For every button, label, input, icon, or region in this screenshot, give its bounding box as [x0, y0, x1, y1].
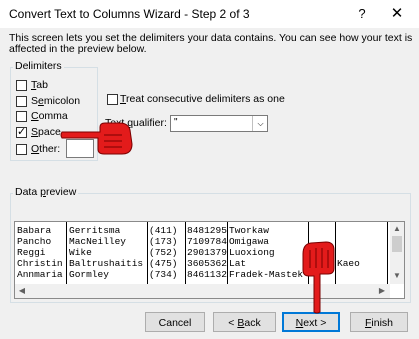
preview-cell: 2901379 — [187, 247, 227, 258]
consecutive-label[interactable]: Treat consecutive delimiters as one — [120, 93, 285, 105]
delimiters-legend: Delimiters — [13, 60, 64, 72]
preview-area[interactable]: Babara Gerritsma (411) 8481295 Tworkaw Pancho… — [14, 221, 405, 299]
preview-cell: Gerritsma — [69, 225, 121, 236]
preview-cell: Gormley — [69, 269, 109, 280]
back-button[interactable]: < Back — [213, 312, 276, 332]
preview-cell: Luoxiong — [229, 247, 275, 258]
comma-checkbox[interactable] — [16, 111, 27, 122]
preview-cell: Pancho — [17, 236, 52, 247]
preview-legend: Data preview — [13, 186, 79, 198]
preview-cell: 3605362 — [187, 258, 227, 269]
preview-cell: Annmaria — [17, 269, 63, 280]
next-button[interactable]: Next > — [282, 312, 340, 332]
preview-cell: 7109784 — [187, 236, 227, 247]
cancel-button[interactable]: Cancel — [145, 312, 205, 332]
pointing-hand-down-icon — [302, 241, 335, 314]
scroll-down-icon[interactable]: ▼ — [390, 271, 404, 280]
chevron-down-icon[interactable]: ⌵ — [252, 116, 268, 131]
other-label[interactable]: Other: — [31, 143, 60, 155]
preview-cell: (734) — [149, 269, 178, 280]
vertical-scroll-thumb[interactable] — [392, 236, 402, 252]
preview-cell: Fradek-Mastek — [229, 269, 304, 280]
preview-cell: Reggi — [17, 247, 46, 258]
pointing-hand-left-icon — [60, 122, 133, 155]
preview-cell: 8481295 — [187, 225, 227, 236]
consecutive-checkbox[interactable] — [107, 94, 118, 105]
space-label[interactable]: Space — [31, 126, 61, 138]
scroll-left-icon[interactable]: ◀ — [17, 286, 27, 295]
tab-label[interactable]: Tab — [31, 79, 48, 91]
vertical-scrollbar[interactable]: ▲ ▼ — [390, 222, 404, 284]
preview-cell: Kaeo — [337, 258, 360, 269]
tab-checkbox[interactable] — [16, 80, 27, 91]
space-checkbox[interactable] — [16, 125, 27, 138]
preview-cell: 8461132 — [187, 269, 227, 280]
window-title: Convert Text to Columns Wizard - Step 2 … — [9, 7, 250, 21]
preview-cell: Babara — [17, 225, 52, 236]
preview-cell: (173) — [149, 236, 178, 247]
other-checkbox[interactable] — [16, 144, 27, 155]
close-button[interactable]: ✕ — [384, 4, 410, 24]
scroll-right-icon[interactable]: ▶ — [377, 286, 387, 295]
help-button[interactable]: ? — [350, 4, 374, 24]
preview-cell: Omigawa — [229, 236, 269, 247]
qualifier-value: " — [174, 117, 178, 128]
scroll-up-icon[interactable]: ▲ — [390, 224, 404, 233]
preview-cell: (475) — [149, 258, 178, 269]
preview-cell: Wike — [69, 247, 92, 258]
preview-cell: (411) — [149, 225, 178, 236]
preview-cell: Christin — [17, 258, 63, 269]
semicolon-checkbox[interactable] — [16, 96, 27, 107]
preview-cell: Lat — [229, 258, 247, 269]
finish-button[interactable]: Finish — [350, 312, 408, 332]
preview-cell: Baltrushaitis — [69, 258, 144, 269]
preview-cell: (752) — [149, 247, 178, 258]
preview-cell: Tworkaw — [229, 225, 269, 236]
preview-cell: MacNeilley — [69, 236, 127, 247]
description-text: This screen lets you set the delimiters … — [9, 32, 413, 55]
semicolon-label[interactable]: Semicolon — [31, 95, 80, 107]
